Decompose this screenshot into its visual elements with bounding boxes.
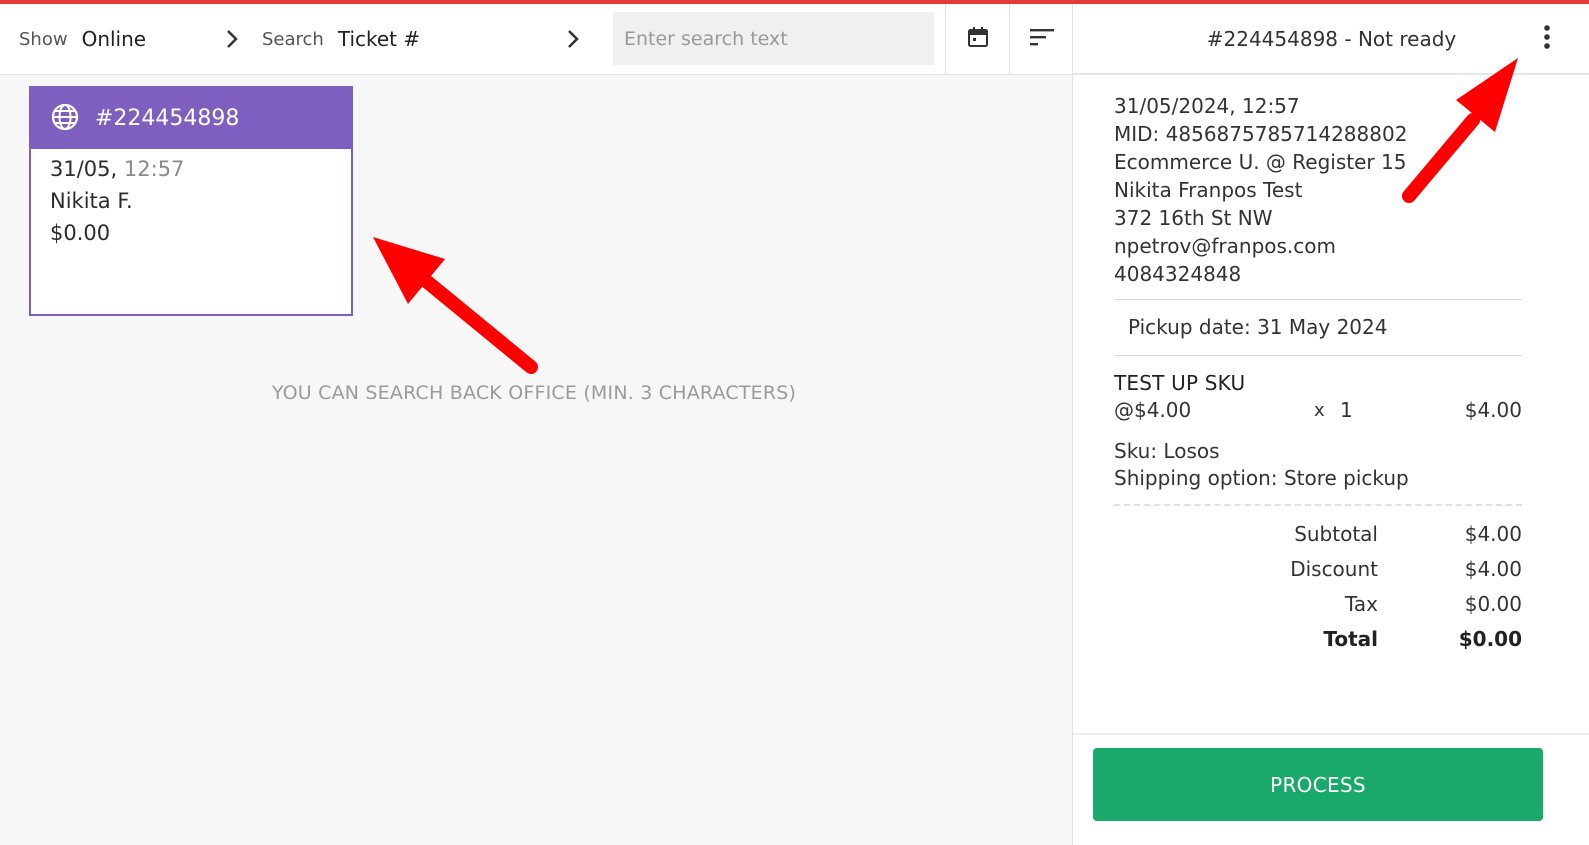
- calendar-button[interactable]: [945, 4, 1009, 74]
- ticket-card-header: #224454898: [31, 88, 351, 149]
- show-filter[interactable]: Show Online: [19, 4, 146, 74]
- total-label: Total: [1323, 627, 1378, 651]
- item-shipping: Shipping option: Store pickup: [1114, 466, 1409, 490]
- order-register: Ecommerce U. @ Register 15: [1114, 150, 1407, 174]
- divider: [1114, 299, 1522, 300]
- search-filter-value: Ticket #: [337, 27, 421, 51]
- dashed-divider: [1114, 504, 1522, 506]
- total-value: $0.00: [1458, 627, 1522, 651]
- customer-name: Nikita Franpos Test: [1114, 178, 1303, 202]
- item-quantity: 1: [1340, 398, 1353, 422]
- ticket-number: #224454898: [95, 106, 240, 131]
- chevron-right-icon[interactable]: [560, 26, 586, 52]
- show-filter-value: Online: [81, 27, 147, 51]
- item-price: $4.00: [1464, 398, 1522, 422]
- sort-icon: [1029, 28, 1054, 50]
- search-hint: YOU CAN SEARCH BACK OFFICE (MIN. 3 CHARA…: [271, 382, 797, 404]
- filter-toolbar: Show Online Search Ticket #: [0, 4, 1072, 75]
- customer-phone: 4084324848: [1114, 262, 1242, 286]
- item-notes: Sku: Losos Shipping option: Store pickup: [1114, 438, 1409, 492]
- ticket-datetime: 31/05, 12:57: [50, 153, 351, 185]
- discount-label: Discount: [1290, 557, 1378, 581]
- detail-title: #224454898 - Not ready: [1206, 26, 1457, 51]
- ticket-time: 12:57: [123, 157, 185, 181]
- ticket-amount: $0.00: [50, 221, 111, 245]
- discount-value: $4.00: [1464, 557, 1522, 581]
- subtotal-value: $4.00: [1464, 522, 1522, 546]
- totals: Subtotal $4.00 Discount $4.00 Tax $0.00 …: [1114, 522, 1522, 662]
- calendar-icon: [967, 26, 989, 52]
- item-unit-price: @$4.00: [1114, 398, 1192, 422]
- subtotal-row: Subtotal $4.00: [1114, 522, 1522, 557]
- customer-address: 372 16th St NW: [1114, 206, 1273, 230]
- ticket-date: 31/05,: [50, 157, 118, 181]
- ticket-detail-pane: #224454898 - Not ready 31/05/2024, 12:57…: [1072, 4, 1589, 845]
- divider: [1114, 355, 1522, 356]
- sort-button[interactable]: [1009, 4, 1073, 74]
- process-button[interactable]: PROCESS: [1093, 748, 1543, 821]
- globe-icon: [51, 103, 79, 135]
- item-row: @$4.00 x 1 $4.00: [1114, 398, 1522, 426]
- detail-header: #224454898 - Not ready: [1073, 4, 1589, 75]
- ticket-customer: Nikita F.: [50, 189, 133, 213]
- search-field-filter[interactable]: Search Ticket #: [262, 4, 420, 74]
- ticket-card[interactable]: #224454898 31/05, 12:57 Nikita F. $0.00: [29, 86, 353, 316]
- total-row: Total $0.00: [1114, 627, 1522, 662]
- order-datetime: 31/05/2024, 12:57: [1114, 94, 1300, 118]
- item-times-sign: x: [1314, 400, 1325, 421]
- chevron-right-icon[interactable]: [219, 26, 245, 52]
- order-mid: MID: 4856875785714288802: [1114, 122, 1408, 146]
- search-input[interactable]: [613, 12, 934, 65]
- subtotal-label: Subtotal: [1294, 522, 1378, 546]
- more-vert-icon: [1543, 24, 1551, 54]
- footer-divider: [1073, 733, 1589, 735]
- pickup-date: Pickup date: 31 May 2024: [1128, 315, 1388, 339]
- order-info: 31/05/2024, 12:57 MID: 48568757857142888…: [1114, 92, 1407, 288]
- discount-row: Discount $4.00: [1114, 557, 1522, 592]
- show-filter-label: Show: [19, 28, 68, 50]
- tax-row: Tax $0.00: [1114, 592, 1522, 627]
- item-name: TEST UP SKU: [1114, 371, 1246, 395]
- item-sku: Sku: Losos: [1114, 439, 1220, 463]
- more-options-button[interactable]: [1534, 24, 1560, 54]
- tickets-pane: Show Online Search Ticket # Enter search…: [0, 4, 1072, 845]
- tax-label: Tax: [1345, 592, 1378, 616]
- search-filter-label: Search: [262, 28, 324, 50]
- tax-value: $0.00: [1464, 592, 1522, 616]
- customer-email: npetrov@franpos.com: [1114, 234, 1336, 258]
